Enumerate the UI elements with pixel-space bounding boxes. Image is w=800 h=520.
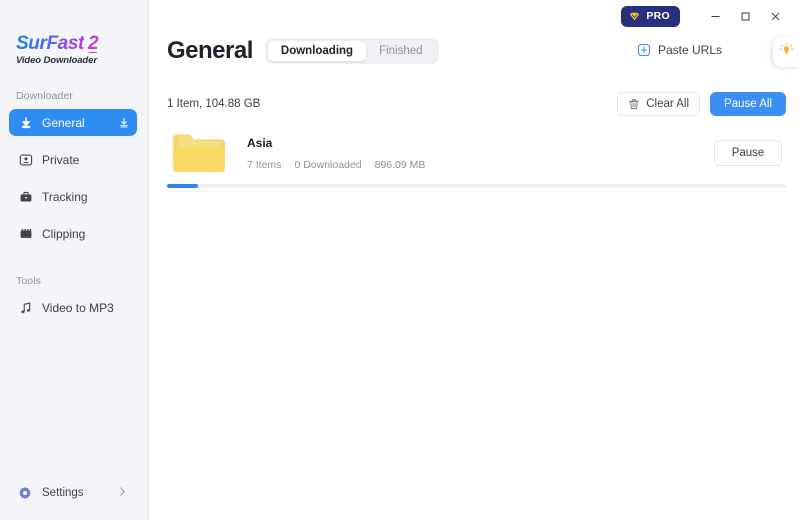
lightbulb-icon xyxy=(779,42,794,62)
download-progress-fill xyxy=(167,184,198,188)
pause-item-button[interactable]: Pause xyxy=(714,140,782,166)
sidebar-item-label: General xyxy=(42,115,85,130)
pause-all-label: Pause All xyxy=(724,98,772,110)
app-window: SurFast 2 Video Downloader Downloader Gen… xyxy=(0,0,800,520)
sidebar-item-label: Tracking xyxy=(42,189,88,204)
maximize-icon[interactable] xyxy=(730,1,760,31)
download-tray-icon[interactable] xyxy=(117,116,130,129)
sidebar-section-tools: Tools xyxy=(16,275,42,287)
sidebar: SurFast 2 Video Downloader Downloader Gen… xyxy=(0,0,149,520)
close-icon[interactable] xyxy=(760,1,790,31)
logo-version: 2 xyxy=(87,33,99,54)
download-size: 896.09 MB xyxy=(374,158,426,171)
pro-button[interactable]: PRO xyxy=(621,5,680,27)
sidebar-item-settings[interactable]: Settings xyxy=(0,480,149,506)
gear-icon xyxy=(18,486,32,500)
clear-all-button[interactable]: Clear All xyxy=(617,92,701,116)
items-summary: 1 Item, 104.88 GB xyxy=(167,98,261,110)
download-meta: 7 Items 0 Downloaded 896.09 MB xyxy=(247,159,714,171)
sidebar-item-video-to-mp3[interactable]: Video to MP3 xyxy=(9,294,137,321)
sidebar-item-label: Video to MP3 xyxy=(42,300,114,315)
download-downloaded-count: 0 Downloaded xyxy=(294,158,362,171)
row-divider xyxy=(167,191,786,192)
window-titlebar: PRO xyxy=(621,0,800,32)
sidebar-section-downloader: Downloader xyxy=(16,90,74,102)
download-items-count: 7 Items xyxy=(247,158,282,171)
tip-panel-toggle[interactable] xyxy=(773,37,800,67)
film-strip-icon xyxy=(18,226,33,241)
trash-icon xyxy=(628,98,640,110)
page-header: General Downloading Finished xyxy=(167,38,439,64)
sidebar-item-label: Clipping xyxy=(42,226,86,241)
chevron-right-icon xyxy=(118,486,127,500)
download-progress-bar xyxy=(167,184,786,188)
private-user-icon xyxy=(18,152,33,167)
page-title: General xyxy=(167,37,253,64)
clear-all-label: Clear All xyxy=(646,98,690,110)
download-name: Asia xyxy=(247,135,273,150)
logo-subtitle: Video Downloader xyxy=(16,55,97,66)
app-logo: SurFast 2 Video Downloader xyxy=(0,0,148,66)
list-toolbar: 1 Item, 104.88 GB Clear All Pause All xyxy=(167,92,786,116)
sidebar-item-clipping[interactable]: Clipping xyxy=(9,220,137,247)
settings-label: Settings xyxy=(42,487,84,499)
briefcase-icon xyxy=(18,189,33,204)
tab-downloading[interactable]: Downloading xyxy=(267,41,367,61)
sidebar-item-private[interactable]: Private xyxy=(9,146,137,173)
plus-square-icon xyxy=(637,43,651,57)
sidebar-item-tracking[interactable]: Tracking xyxy=(9,183,137,210)
download-info: Asia 7 Items 0 Downloaded 896.09 MB xyxy=(247,136,714,171)
pause-all-button[interactable]: Pause All xyxy=(710,92,786,116)
paste-urls-button[interactable]: Paste URLs xyxy=(637,43,722,57)
music-note-icon xyxy=(18,300,33,315)
download-arrow-icon xyxy=(18,115,33,130)
main-content: PRO General Downloading Finished Paste U… xyxy=(149,0,800,520)
gem-icon xyxy=(628,10,641,23)
download-item-row[interactable]: Asia 7 Items 0 Downloaded 896.09 MB Paus… xyxy=(167,122,786,192)
paste-urls-label: Paste URLs xyxy=(657,43,722,57)
logo-name: SurFast xyxy=(16,33,84,54)
minimize-icon[interactable] xyxy=(700,1,730,31)
folder-icon xyxy=(171,130,227,176)
pause-item-label: Pause xyxy=(731,147,765,159)
pro-label: PRO xyxy=(646,10,670,22)
sidebar-item-general[interactable]: General xyxy=(9,109,137,136)
tab-switcher: Downloading Finished xyxy=(264,38,439,64)
sidebar-item-label: Private xyxy=(42,152,80,167)
tab-finished[interactable]: Finished xyxy=(366,41,435,61)
